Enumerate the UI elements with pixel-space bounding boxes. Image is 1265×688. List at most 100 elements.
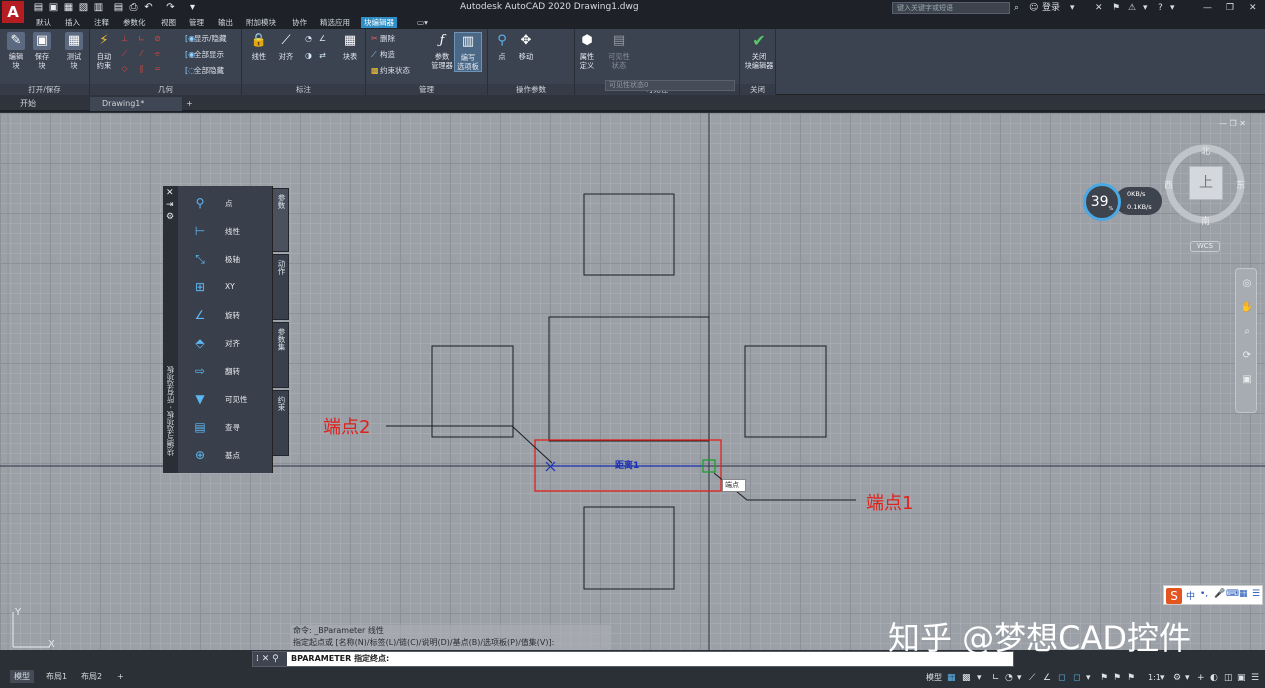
palette-tab-parameters[interactable]: 参数	[273, 188, 289, 252]
showmotion-icon[interactable]: ▣	[1240, 373, 1254, 387]
delete-button[interactable]: ✂ 删除	[371, 34, 395, 44]
tab-output[interactable]: 输出	[215, 17, 236, 28]
skin-icon[interactable]: ▦	[1239, 589, 1248, 599]
panel-label-open-save[interactable]: 打开/保存	[0, 84, 89, 95]
annotation-visibility-icon[interactable]: ⚑	[1113, 672, 1121, 684]
login-dropdown-icon[interactable]: ▾	[1070, 2, 1075, 14]
isodraft-icon[interactable]: ⟋	[1029, 672, 1035, 684]
snap-dropdown-icon[interactable]: ▾	[977, 672, 982, 684]
vertical-icon[interactable]: ⁄	[137, 49, 146, 58]
move-action-button[interactable]: ✥ 移动	[512, 32, 540, 61]
autodesk-app-icon[interactable]: ⚑	[1112, 2, 1120, 14]
layout-tab-1[interactable]: 布局1	[42, 670, 71, 683]
compass-west[interactable]: 西	[1164, 178, 1173, 191]
block-table-button[interactable]: ▦ 块表	[336, 32, 364, 61]
search-input[interactable]: 键入关键字或短语	[892, 2, 1010, 14]
palette-close-icon[interactable]: ✕	[166, 188, 174, 198]
exchange-icon[interactable]: ✕	[1095, 2, 1103, 14]
palette-properties-icon[interactable]: ⚙	[166, 212, 174, 222]
compass-north[interactable]: 北	[1201, 144, 1210, 157]
parallel-icon[interactable]: ∥	[137, 64, 146, 73]
tab-insert[interactable]: 插入	[62, 17, 83, 28]
palette-item-polar[interactable]: ⤡ 极轴	[188, 247, 268, 271]
tab-annotate[interactable]: 注释	[91, 17, 112, 28]
orbit-icon[interactable]: ⟳	[1240, 349, 1254, 363]
close-window-icon[interactable]: ✕	[1249, 2, 1257, 14]
auto-constrain-button[interactable]: ⚡ 自动 约束	[90, 32, 118, 70]
palette-item-alignment[interactable]: ⬘ 对齐	[188, 331, 268, 355]
steering-wheel-icon[interactable]: ◎	[1240, 277, 1254, 291]
binoculars-icon[interactable]: ⌕	[1014, 2, 1019, 14]
sogou-logo-icon[interactable]: S	[1166, 588, 1182, 604]
tab-drawing1[interactable]: Drawing1*	[90, 97, 182, 111]
tangent-icon[interactable]: ◇	[120, 64, 129, 73]
bottom-square[interactable]	[583, 506, 675, 590]
restore-icon[interactable]: ❐	[1226, 2, 1234, 14]
visibility-state-dropdown[interactable]: 可见性状态0	[605, 80, 735, 91]
quick-access-dropdown-icon[interactable]: ▾	[187, 2, 198, 13]
undo-icon[interactable]: ↶	[143, 2, 154, 13]
tab-start[interactable]: 开始	[0, 97, 88, 111]
user-icon[interactable]: ☺	[1029, 2, 1038, 14]
authoring-palettes-button[interactable]: ▥ 编写 选项板	[454, 32, 482, 72]
auto-scale-icon[interactable]: ⚑	[1127, 672, 1135, 684]
grid-icon[interactable]: ▦	[947, 672, 956, 684]
palette-item-visibility[interactable]: ▼ 可见性	[188, 387, 268, 411]
distance-parameter-label[interactable]: 距离1	[615, 458, 639, 471]
hide-all-button[interactable]: [◌全部隐藏	[185, 66, 224, 76]
tab-block-editor[interactable]: 块编辑器	[361, 17, 397, 28]
parameters-manager-button[interactable]: ƒ 参数 管理器	[428, 32, 456, 70]
palette-item-xy[interactable]: ⊞ XY	[188, 275, 268, 299]
save-as-icon[interactable]: ▧	[78, 2, 89, 13]
close-block-editor-button[interactable]: ✔ 关闭 块编辑器	[742, 32, 776, 71]
fix-icon[interactable]: ⊘	[153, 34, 162, 43]
horizontal-icon[interactable]: ∟	[137, 34, 146, 43]
angular-icon[interactable]: ∠	[318, 34, 327, 43]
palette-item-linear[interactable]: ⊢ 线性	[188, 219, 268, 243]
keyboard-icon[interactable]: ⌨	[1226, 589, 1239, 599]
drawing-canvas[interactable]: 端点2 端点1 距离1 端点 Y X — ❐ ✕ 上 北 南 东 西 WCS ◎…	[0, 113, 1265, 650]
osnap-dropdown-icon[interactable]: ◻	[1073, 672, 1080, 684]
open-file-icon[interactable]: ▣	[48, 2, 59, 13]
minimize-icon[interactable]: —	[1203, 2, 1212, 14]
tab-manage[interactable]: 管理	[186, 17, 207, 28]
wcs-menu[interactable]: WCS	[1190, 241, 1220, 252]
tab-default[interactable]: 默认	[33, 17, 54, 28]
redo-icon[interactable]: ↷	[165, 2, 176, 13]
pan-icon[interactable]: ✋	[1240, 301, 1254, 315]
help-dropdown-icon[interactable]: ▾	[1170, 2, 1175, 14]
annotation-scale-value[interactable]: 1:1	[1148, 672, 1161, 684]
annotation-scale-icon[interactable]: ⚑	[1100, 672, 1108, 684]
constraint-status-button[interactable]: ▩约束状态	[371, 66, 410, 76]
panel-label-close[interactable]: 关闭	[740, 84, 775, 95]
right-square[interactable]	[744, 345, 827, 438]
command-line-grip[interactable]: ⁞ ✕ ⚲	[253, 652, 287, 666]
convert-icon[interactable]: ⇄	[318, 51, 327, 60]
scale-dropdown-icon[interactable]: ▾	[1160, 672, 1165, 684]
aligned-constraint-button[interactable]: ⟋ 对齐	[272, 32, 300, 61]
tab-addins[interactable]: 附加模块	[243, 17, 279, 28]
radial-icon[interactable]: ◔	[304, 34, 313, 43]
ime-chinese-toggle[interactable]: 中	[1186, 589, 1195, 602]
diameter-icon[interactable]: ◑	[304, 51, 313, 60]
linear-constraint-button[interactable]: 🔒 线性	[245, 32, 273, 61]
panel-label-geometry[interactable]: 几何	[90, 84, 241, 95]
help-icon[interactable]: ?	[1158, 2, 1163, 14]
viewcube[interactable]: 上 北 南 东 西	[1163, 144, 1247, 228]
top-square[interactable]	[583, 193, 675, 276]
palette-tab-actions[interactable]: 动作	[273, 254, 289, 320]
model-space-label[interactable]: 模型	[926, 672, 942, 684]
object-snap-icon[interactable]: ◻	[1058, 672, 1065, 684]
save-web-icon[interactable]: ▤	[113, 2, 124, 13]
palette-item-rotation[interactable]: ∠ 旋转	[188, 303, 268, 327]
left-square[interactable]	[431, 345, 514, 438]
viewcube-top-face[interactable]: 上	[1189, 166, 1223, 200]
tab-featured-apps[interactable]: 精选应用	[317, 17, 353, 28]
layout-tab-2[interactable]: 布局2	[77, 670, 106, 683]
connected-dropdown-icon[interactable]: ▾	[1143, 2, 1148, 14]
test-block-button[interactable]: ▦ 测试 块	[60, 32, 88, 70]
tab-collaborate[interactable]: 协作	[289, 17, 310, 28]
polar-tracking-icon[interactable]: ◔	[1005, 672, 1013, 684]
palette-title-bar[interactable]: ✕ ⇥ ⚙ 块编写选项板 - 所有选项板	[163, 186, 178, 473]
new-file-icon[interactable]: ▤	[33, 2, 44, 13]
